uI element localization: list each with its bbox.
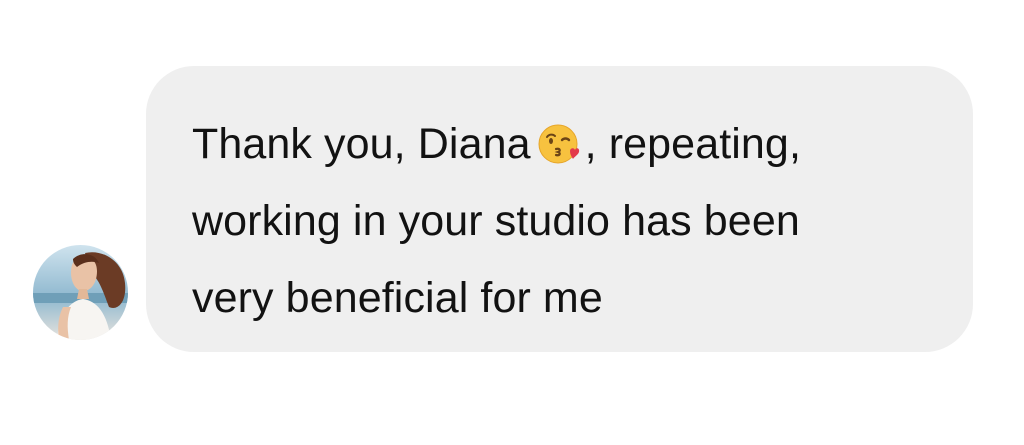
avatar-photo xyxy=(33,245,128,340)
avatar[interactable] xyxy=(33,245,128,340)
message-bubble[interactable]: Thank you, Diana , repeating, working in… xyxy=(146,66,973,352)
message-row: Thank you, Diana , repeating, working in… xyxy=(0,0,1024,445)
kissing-face-with-heart-icon xyxy=(537,122,581,166)
message-text-start: Thank you, Diana xyxy=(192,120,531,168)
message-text: Thank you, Diana , repeating, working in… xyxy=(192,106,933,337)
